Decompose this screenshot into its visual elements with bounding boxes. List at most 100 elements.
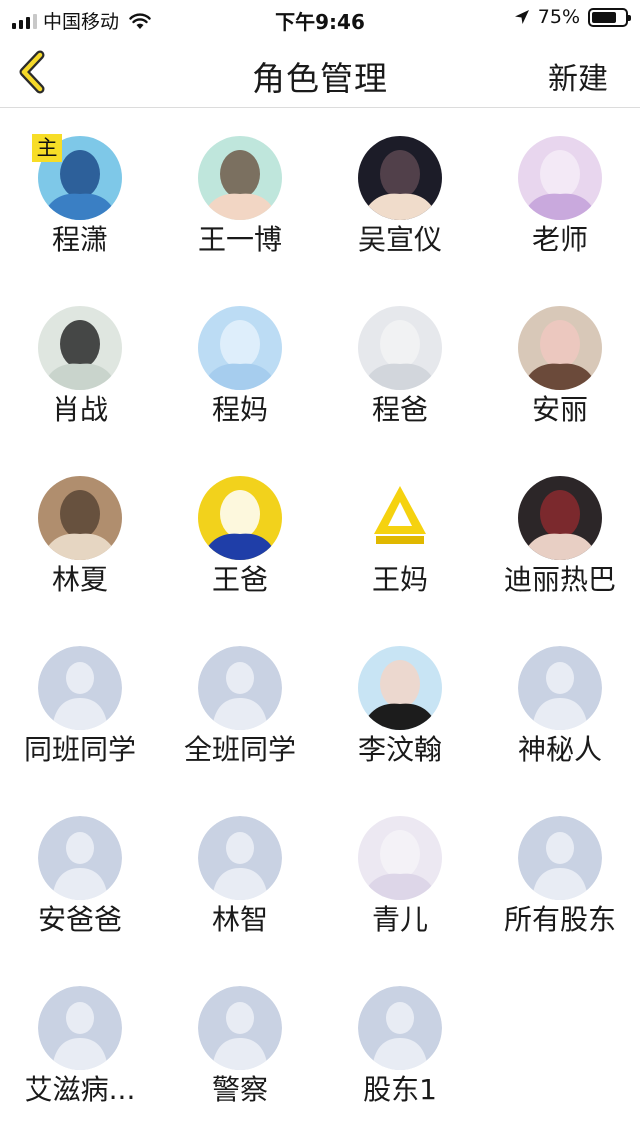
default-avatar-icon [358, 986, 442, 1070]
role-name: 王爸 [211, 563, 268, 596]
role-avatar [38, 816, 122, 900]
role-grid: 主程潇 王一博 吴宣仪 老师 肖战 程妈 程爸 安丽 林夏 王爸 王妈 迪丽热巴 同班同学 全班同学 李汶翰… [0, 108, 640, 1128]
default-avatar-icon [198, 646, 282, 730]
role-item[interactable]: 肖战 [0, 278, 160, 448]
battery-icon [588, 7, 631, 27]
role-name: 安爸爸 [37, 903, 122, 936]
role-name: 程爸 [371, 393, 428, 426]
main-role-badge: 主 [32, 134, 62, 162]
role-avatar [38, 306, 122, 390]
role-avatar [358, 816, 442, 900]
photo-avatar [38, 476, 122, 560]
role-name: 同班同学 [23, 733, 136, 766]
role-item[interactable]: 神秘人 [480, 618, 640, 788]
role-item[interactable]: 警察 [160, 958, 320, 1128]
default-avatar-icon [518, 646, 602, 730]
role-name: 全班同学 [183, 733, 296, 766]
role-avatar [518, 136, 602, 220]
role-item[interactable]: 同班同学 [0, 618, 160, 788]
role-item[interactable]: 程爸 [320, 278, 480, 448]
photo-avatar [518, 136, 602, 220]
photo-avatar [38, 306, 122, 390]
role-name: 警察 [211, 1073, 268, 1106]
role-item[interactable]: 迪丽热巴 [480, 448, 640, 618]
logo-avatar [358, 476, 442, 560]
role-name: 青儿 [371, 903, 428, 936]
battery-fill [592, 11, 616, 23]
photo-avatar [198, 476, 282, 560]
role-item[interactable]: 吴宣仪 [320, 108, 480, 278]
role-item[interactable]: 李汶翰 [320, 618, 480, 788]
photo-avatar [518, 306, 602, 390]
role-avatar [198, 136, 282, 220]
role-avatar [518, 476, 602, 560]
role-name: 程潇 [51, 223, 108, 256]
photo-avatar [358, 646, 442, 730]
role-item[interactable]: 程妈 [160, 278, 320, 448]
role-avatar [518, 816, 602, 900]
status-bar: 中国移动 下午9:46 75% [0, 0, 640, 36]
role-avatar [358, 306, 442, 390]
role-item[interactable]: 艾滋病... [0, 958, 160, 1128]
role-item[interactable]: 林夏 [0, 448, 160, 618]
role-name: 吴宣仪 [357, 223, 442, 256]
role-name: 老师 [531, 223, 588, 256]
role-name: 艾滋病... [24, 1073, 136, 1106]
role-avatar [198, 816, 282, 900]
role-item[interactable]: 股东1 [320, 958, 480, 1128]
role-item[interactable]: 林智 [160, 788, 320, 958]
role-item[interactable]: 全班同学 [160, 618, 320, 788]
photo-avatar [198, 306, 282, 390]
role-item[interactable]: 安丽 [480, 278, 640, 448]
photo-avatar [358, 816, 442, 900]
role-item[interactable]: 王一博 [160, 108, 320, 278]
role-name: 王一博 [197, 223, 282, 256]
location-arrow-icon [514, 10, 529, 24]
role-item[interactable]: 主程潇 [0, 108, 160, 278]
role-name: 安丽 [531, 393, 588, 426]
status-right: 75% [514, 6, 631, 28]
photo-avatar [198, 136, 282, 220]
role-name: 林智 [211, 903, 268, 936]
role-avatar [358, 476, 442, 560]
default-avatar-icon [38, 816, 122, 900]
default-avatar-icon [38, 646, 122, 730]
role-name: 程妈 [211, 393, 268, 426]
role-avatar [518, 306, 602, 390]
role-avatar [38, 646, 122, 730]
role-avatar [198, 476, 282, 560]
photo-avatar [358, 306, 442, 390]
role-avatar [198, 306, 282, 390]
default-avatar-icon [198, 816, 282, 900]
role-avatar [518, 646, 602, 730]
role-item[interactable]: 王爸 [160, 448, 320, 618]
role-item[interactable]: 老师 [480, 108, 640, 278]
default-avatar-icon [198, 986, 282, 1070]
default-avatar-icon [38, 986, 122, 1070]
role-name: 股东1 [363, 1073, 437, 1106]
battery-percent: 75% [537, 6, 580, 28]
role-item[interactable]: 王妈 [320, 448, 480, 618]
role-avatar [38, 986, 122, 1070]
role-name: 迪丽热巴 [503, 563, 616, 596]
photo-avatar [358, 136, 442, 220]
role-avatar [358, 986, 442, 1070]
role-name: 肖战 [51, 393, 108, 426]
role-name: 林夏 [51, 563, 108, 596]
role-item[interactable]: 所有股东 [480, 788, 640, 958]
role-name: 所有股东 [503, 903, 616, 936]
role-name: 王妈 [371, 563, 428, 596]
role-avatar [358, 646, 442, 730]
new-role-button[interactable]: 新建 [548, 54, 608, 98]
role-avatar [358, 136, 442, 220]
default-avatar-icon [518, 816, 602, 900]
photo-avatar [518, 476, 602, 560]
role-item[interactable]: 青儿 [320, 788, 480, 958]
role-name: 李汶翰 [357, 733, 442, 766]
page-title: 角色管理 [252, 59, 388, 98]
role-name: 神秘人 [517, 733, 602, 766]
role-avatar [198, 646, 282, 730]
role-avatar [198, 986, 282, 1070]
role-item[interactable]: 安爸爸 [0, 788, 160, 958]
nav-bar: 角色管理 新建 [0, 36, 640, 108]
